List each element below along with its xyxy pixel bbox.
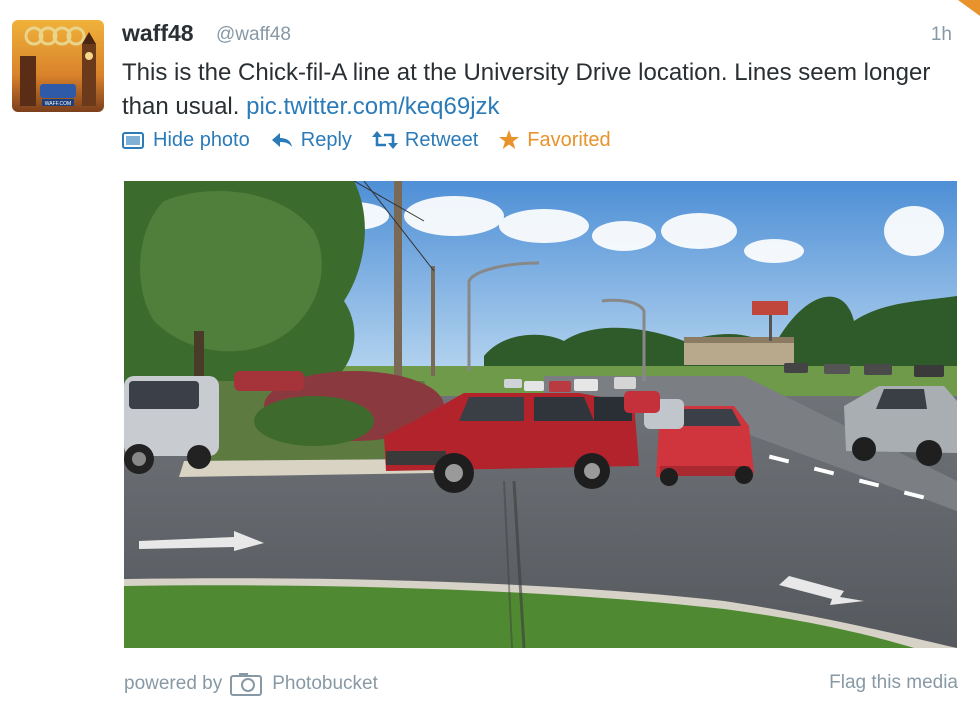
tweet-photo[interactable]: [124, 181, 957, 648]
powered-by-label: powered by: [124, 673, 223, 694]
reply-button[interactable]: Reply: [270, 129, 352, 152]
flag-media-link[interactable]: Flag this media: [829, 672, 958, 694]
retweet-button[interactable]: Retweet: [371, 128, 479, 152]
user-handle[interactable]: @waff48: [216, 24, 291, 46]
hide-photo-button[interactable]: Hide photo: [122, 129, 250, 152]
camera-icon: [230, 673, 263, 696]
tweet-text: This is the Chick-fil-A line at the Univ…: [122, 56, 972, 124]
reply-label: Reply: [300, 128, 352, 151]
tweet-link[interactable]: pic.twitter.com/keq69jzk: [246, 93, 499, 120]
photo-icon: [122, 132, 144, 149]
hide-photo-label: Hide photo: [153, 128, 250, 151]
media-attribution: powered by Photobucket: [124, 672, 378, 696]
star-icon: [499, 130, 520, 149]
favorited-label: Favorited: [527, 128, 611, 151]
favorite-button[interactable]: Favorited: [498, 128, 611, 152]
avatar-label: WAFF.COM: [45, 101, 71, 107]
retweet-icon: [371, 131, 398, 149]
reply-arrow-icon: [271, 133, 292, 147]
tweet-actions: Hide photo Reply Retweet Favorited: [122, 126, 631, 154]
tweet-body: This is the Chick-fil-A line at the Univ…: [122, 59, 931, 120]
retweet-label: Retweet: [404, 128, 479, 151]
avatar[interactable]: WAFF.COM: [12, 20, 104, 112]
favorite-corner-icon: [958, 0, 980, 16]
user-name[interactable]: waff48: [122, 20, 194, 47]
timestamp[interactable]: 1h: [931, 24, 952, 46]
photobucket-link[interactable]: Photobucket: [272, 673, 378, 695]
